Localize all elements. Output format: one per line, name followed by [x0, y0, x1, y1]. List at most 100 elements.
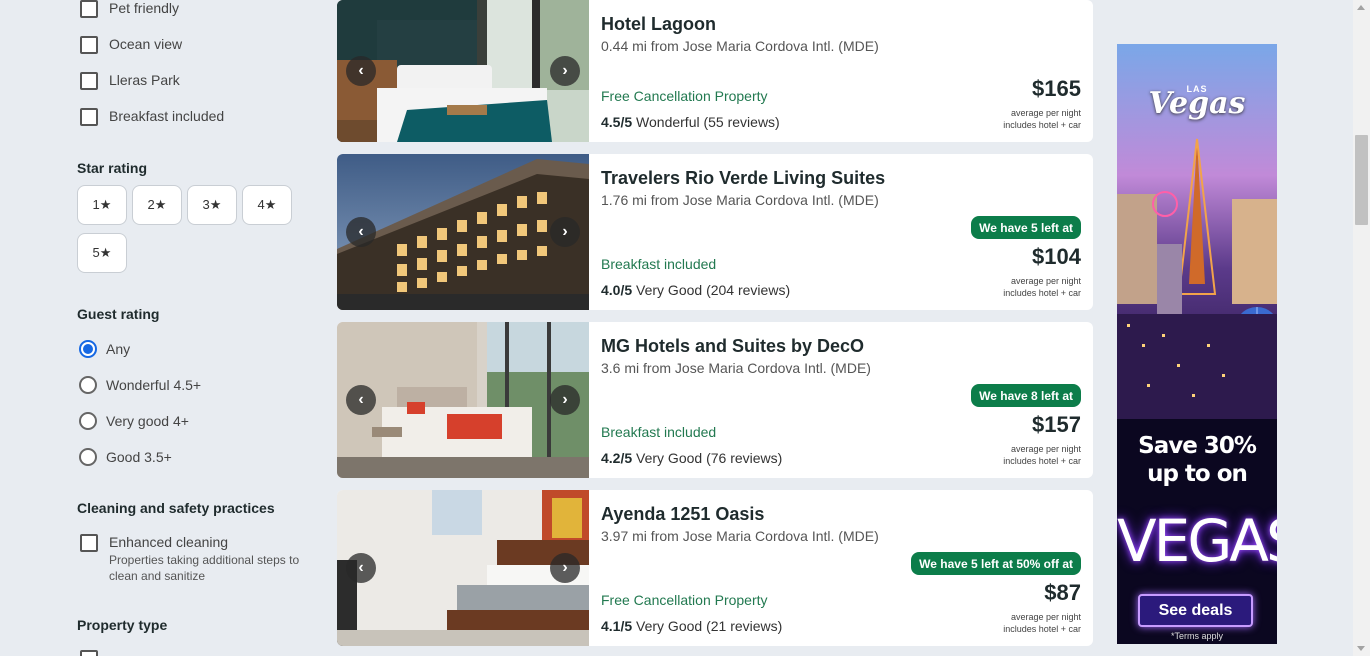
radio-label: Very good 4+	[106, 413, 189, 429]
price-note: average per night includes hotel + car	[1003, 443, 1081, 467]
carousel-prev-button[interactable]: ‹	[346, 56, 376, 86]
filter-label: Lleras Park	[109, 72, 180, 88]
carousel-next-button[interactable]: ›	[550, 385, 580, 415]
filter-label: Enhanced cleaning	[109, 534, 229, 550]
price-note-line-2: includes hotel + car	[1003, 120, 1081, 130]
filter-property-type-first[interactable]	[80, 650, 109, 656]
hotel-distance: 1.76 mi from Jose Maria Cordova Intl. (M…	[601, 192, 879, 208]
price-note-line-1: average per night	[1010, 108, 1081, 118]
hotel-name[interactable]: Travelers Rio Verde Living Suites	[601, 168, 885, 189]
star-1-button[interactable]: 1★	[77, 185, 127, 225]
carousel-prev-button[interactable]: ‹	[346, 217, 376, 247]
carousel-next-button[interactable]: ›	[550, 217, 580, 247]
star-4-button[interactable]: 4★	[242, 185, 292, 225]
price-note: average per night includes hotel + car	[1003, 107, 1081, 131]
filter-text: Enhanced cleaning Properties taking addi…	[109, 534, 299, 584]
filter-pet-friendly[interactable]: Pet friendly	[80, 0, 179, 18]
hotel-card[interactable]: ‹ › Hotel Lagoon 0.44 mi from Jose Maria…	[337, 0, 1093, 142]
hotel-distance: 0.44 mi from Jose Maria Cordova Intl. (M…	[601, 38, 879, 54]
carousel-prev-button[interactable]: ‹	[346, 385, 376, 415]
filter-enhanced-cleaning[interactable]: Enhanced cleaning Properties taking addi…	[80, 534, 299, 584]
star-5-button[interactable]: 5★	[77, 233, 127, 273]
hotel-price: $165	[1032, 76, 1081, 101]
scroll-up-arrow-icon[interactable]	[1357, 5, 1365, 10]
checkbox[interactable]	[80, 72, 98, 90]
filter-breakfast-included[interactable]: Breakfast included	[80, 108, 224, 126]
checkbox[interactable]	[80, 534, 98, 552]
hotel-name[interactable]: Ayenda 1251 Oasis	[601, 504, 764, 525]
hotel-price: $104	[1032, 244, 1081, 269]
hotel-feature: Free Cancellation Property	[601, 592, 768, 608]
ad-save-line-2: up to on	[1147, 461, 1248, 487]
hotel-card[interactable]: ‹ › MG Hotels and Suites by DecO 3.6 mi …	[337, 322, 1093, 478]
carousel-next-button[interactable]: ›	[550, 553, 580, 583]
checkbox[interactable]	[80, 108, 98, 126]
rating-text: Very Good (21 reviews)	[636, 618, 783, 634]
filter-lleras-park[interactable]: Lleras Park	[80, 72, 180, 90]
rating-score: 4.1/5	[601, 618, 633, 634]
star-3-button[interactable]: 3★	[187, 185, 237, 225]
checkbox[interactable]	[80, 36, 98, 54]
filter-description-line-2: clean and sanitize	[109, 569, 206, 583]
price-note-line-1: average per night	[1010, 612, 1081, 622]
guest-rating-good[interactable]: Good 3.5+	[79, 448, 172, 466]
hotel-feature: Breakfast included	[601, 424, 717, 440]
hotel-rating: 4.0/5 Very Good (204 reviews)	[601, 282, 790, 298]
carousel-next-button[interactable]: ›	[550, 56, 580, 86]
radio-button[interactable]	[79, 340, 97, 358]
hotel-card[interactable]: ‹ › Ayenda 1251 Oasis 3.97 mi from Jose …	[337, 490, 1093, 646]
star-rating-title: Star rating	[77, 160, 148, 176]
hotel-name[interactable]: MG Hotels and Suites by DecO	[601, 336, 864, 357]
ad-save-text: Save 30% up to on	[1117, 432, 1277, 488]
filter-description-line-1: Properties taking additional steps to	[109, 553, 300, 567]
radio-button[interactable]	[79, 412, 97, 430]
price-note-line-2: includes hotel + car	[1003, 624, 1081, 634]
hotel-photo[interactable]: ‹ ›	[337, 154, 589, 310]
price-note: average per night includes hotel + car	[1003, 275, 1081, 299]
radio-button[interactable]	[79, 376, 97, 394]
guest-rating-wonderful[interactable]: Wonderful 4.5+	[79, 376, 201, 394]
scroll-down-arrow-icon[interactable]	[1357, 646, 1365, 651]
hotel-price: $157	[1032, 412, 1081, 437]
carousel-prev-button[interactable]: ‹	[346, 553, 376, 583]
price-note-line-2: includes hotel + car	[1003, 288, 1081, 298]
hotel-rating: 4.2/5 Very Good (76 reviews)	[601, 450, 782, 466]
hotel-rating: 4.5/5 Wonderful (55 reviews)	[601, 114, 780, 130]
rating-text: Wonderful (55 reviews)	[636, 114, 780, 130]
filter-ocean-view[interactable]: Ocean view	[80, 36, 182, 54]
ad-terms: *Terms apply	[1170, 631, 1224, 641]
see-deals-button[interactable]: See deals	[1138, 594, 1253, 627]
hotel-rating: 4.1/5 Very Good (21 reviews)	[601, 618, 782, 634]
ad-vegas-neon: VEGAS	[1117, 507, 1277, 575]
hotel-feature: Free Cancellation Property	[601, 88, 768, 104]
rating-text: Very Good (76 reviews)	[636, 450, 783, 466]
filter-label: Ocean view	[109, 36, 183, 52]
property-type-title: Property type	[77, 617, 168, 633]
filter-label: Breakfast included	[109, 108, 225, 124]
guest-rating-title: Guest rating	[77, 306, 160, 322]
checkbox[interactable]	[80, 650, 98, 656]
hotel-distance: 3.6 mi from Jose Maria Cordova Intl. (MD…	[601, 360, 871, 376]
radio-label: Good 3.5+	[106, 449, 172, 465]
scroll-thumb[interactable]	[1355, 135, 1368, 225]
price-note-line-1: average per night	[1010, 276, 1081, 286]
vegas-ad-banner[interactable]: LAS Vegas Save 30% up to on VEGAS See de…	[1117, 44, 1277, 644]
page-scrollbar[interactable]	[1353, 0, 1370, 656]
availability-badge: We have 5 left at 50% off at	[911, 552, 1081, 575]
hotel-distance: 3.97 mi from Jose Maria Cordova Intl. (M…	[601, 528, 879, 544]
availability-badge: We have 8 left at	[971, 384, 1081, 407]
hotel-photo[interactable]: ‹ ›	[337, 490, 589, 646]
hotel-name[interactable]: Hotel Lagoon	[601, 14, 716, 35]
ad-vegas-logo: Vegas	[1148, 86, 1246, 121]
hotel-card[interactable]: ‹ › Travelers Rio Verde Living Suites 1.…	[337, 154, 1093, 310]
guest-rating-very-good[interactable]: Very good 4+	[79, 412, 189, 430]
filter-label: Pet friendly	[109, 0, 180, 16]
checkbox[interactable]	[80, 0, 98, 18]
hotel-photo[interactable]: ‹ ›	[337, 322, 589, 478]
price-note-line-2: includes hotel + car	[1003, 456, 1081, 466]
star-2-button[interactable]: 2★	[132, 185, 182, 225]
hotel-photo[interactable]: ‹ ›	[337, 0, 589, 142]
guest-rating-any[interactable]: Any	[79, 340, 130, 358]
rating-score: 4.5/5	[601, 114, 633, 130]
radio-button[interactable]	[79, 448, 97, 466]
